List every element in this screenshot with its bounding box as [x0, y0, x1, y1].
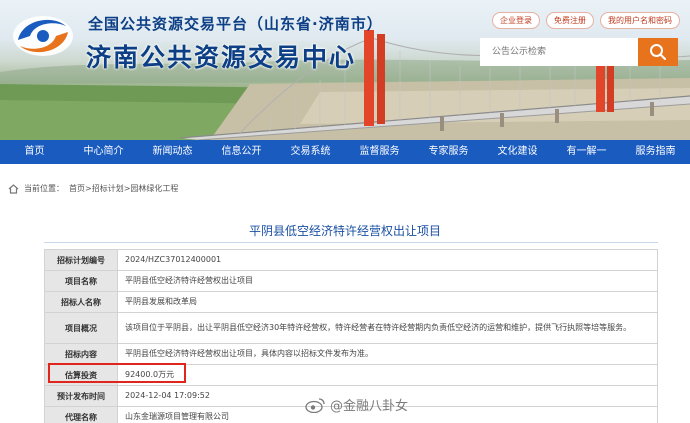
top-links: 企业登录 免费注册 我的用户名和密码 [492, 12, 680, 29]
nav-item-home[interactable]: 首页 [0, 140, 69, 164]
row-value-tender-content: 平阴县低空经济特许经营权出让项目，具体内容以招标文件发布为准。 [117, 343, 658, 365]
row-label-agent: 代理名称 [44, 406, 118, 423]
row-label-overview: 项目概况 [44, 312, 118, 344]
header-banner: 全国公共资源交易平台（山东省·济南市） 济南公共资源交易中心 企业登录 免费注册… [0, 0, 690, 140]
breadcrumb-prefix: 当前位置： [24, 184, 64, 193]
weibo-icon [305, 397, 325, 413]
row-value-estimated-investment: 92400.0万元 [117, 364, 658, 386]
search-box [480, 38, 678, 66]
project-title: 平阴县低空经济特许经营权出让项目 [248, 224, 441, 238]
investment-highlight-box [48, 363, 186, 383]
watermark-text: @金融八卦女 [330, 399, 409, 414]
nav-item-about[interactable]: 中心简介 [69, 140, 138, 164]
main-nav: 首页 中心简介 新闻动态 信息公开 交易系统 监督服务 专家服务 文化建设 有一… [0, 140, 690, 164]
table-row: 招标计划编号 2024/HZC37012400001 [44, 249, 658, 271]
nav-item-disclosure[interactable]: 信息公开 [207, 140, 276, 164]
breadcrumb: 当前位置： 首页>招标计划>园林绿化工程 [8, 183, 178, 194]
table-row: 招标人名称 平阴县发展和改革局 [44, 291, 658, 313]
row-label-tenderer: 招标人名称 [44, 291, 118, 313]
home-icon [8, 183, 19, 194]
row-value-overview: 该项目位于平阴县，出让平阴县低空经济30年特许经营权，特许经营者在特许经营期内负… [117, 312, 658, 344]
login-link[interactable]: 企业登录 [492, 12, 540, 29]
nav-item-supervision[interactable]: 监督服务 [345, 140, 414, 164]
nav-item-culture[interactable]: 文化建设 [483, 140, 552, 164]
platform-subtitle: 全国公共资源交易平台（山东省·济南市） [88, 15, 383, 33]
row-label-plan-number: 招标计划编号 [44, 249, 118, 271]
account-link[interactable]: 我的用户名和密码 [600, 12, 680, 29]
nav-item-guide[interactable]: 服务指南 [621, 140, 690, 164]
table-row: 项目名称 平阴县低空经济特许经营权出让项目 [44, 270, 658, 292]
register-link[interactable]: 免费注册 [546, 12, 594, 29]
search-button[interactable] [638, 38, 678, 66]
magnifier-icon [650, 44, 667, 61]
nav-item-news[interactable]: 新闻动态 [138, 140, 207, 164]
breadcrumb-path[interactable]: 首页>招标计划>园林绿化工程 [69, 183, 178, 194]
site-title: 济南公共资源交易中心 [86, 43, 357, 72]
row-label-project-name: 项目名称 [44, 270, 118, 292]
title-divider [44, 242, 658, 243]
search-input[interactable] [480, 38, 638, 66]
weibo-watermark: @金融八卦女 [305, 395, 408, 414]
row-value-tenderer: 平阴县发展和改革局 [117, 291, 658, 313]
swirl-logo-icon [13, 16, 73, 56]
row-value-plan-number: 2024/HZC37012400001 [117, 249, 658, 271]
row-value-project-name: 平阴县低空经济特许经营权出让项目 [117, 270, 658, 292]
row-label-publish-time: 预计发布时间 [44, 385, 118, 407]
nav-item-trading-system[interactable]: 交易系统 [276, 140, 345, 164]
nav-item-one-stop[interactable]: 有一解一 [552, 140, 621, 164]
nav-item-experts[interactable]: 专家服务 [414, 140, 483, 164]
row-label-tender-content: 招标内容 [44, 343, 118, 365]
table-row: 项目概况 该项目位于平阴县，出让平阴县低空经济30年特许经营权，特许经营者在特许… [44, 312, 658, 344]
table-row: 招标内容 平阴县低空经济特许经营权出让项目，具体内容以招标文件发布为准。 [44, 343, 658, 365]
